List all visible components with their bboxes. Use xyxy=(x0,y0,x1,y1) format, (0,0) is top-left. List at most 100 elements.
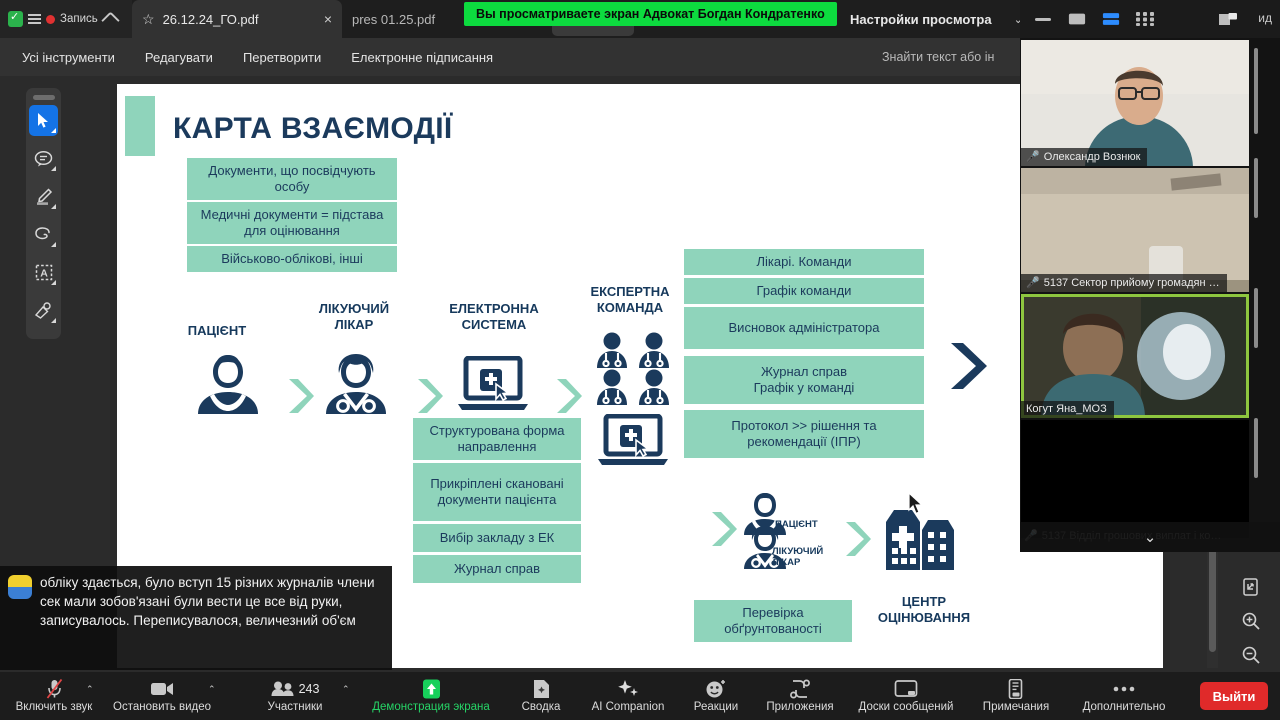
recording-label: Запись xyxy=(60,13,98,25)
reactions-icon xyxy=(705,679,727,699)
screen-share-banner: Вы просматриваете экран Адвокат Богдан К… xyxy=(464,2,837,26)
view-settings-button[interactable]: Настройки просмотра ⌄ xyxy=(836,0,1037,38)
title-accent-block xyxy=(125,96,155,156)
split-view-icon[interactable] xyxy=(1102,12,1120,26)
picture-in-picture-icon[interactable] xyxy=(1218,12,1238,27)
avatar xyxy=(8,575,32,599)
caption-expert-team: ЕКСПЕРТНА КОМАНДА xyxy=(590,284,670,315)
whiteboard-icon xyxy=(894,679,918,699)
apps-button[interactable]: Приложения xyxy=(752,672,848,720)
pdf-menu-item-esign[interactable]: Електронне підписання xyxy=(336,50,508,65)
summary-button[interactable]: Сводка xyxy=(506,672,576,720)
top-box-2: Медичні документи = підстава для оцінюва… xyxy=(187,202,397,244)
participants-icon: 243 xyxy=(271,679,319,699)
speaker-view-icon[interactable] xyxy=(1068,12,1086,26)
more-dots-icon xyxy=(1112,679,1136,699)
flow-arrow-1 xyxy=(286,376,316,416)
more-button[interactable]: Дополнительно xyxy=(1068,672,1180,720)
comment-tool-button[interactable] xyxy=(29,143,58,174)
system-box-4: Журнал справ xyxy=(413,555,581,583)
ai-sparkle-icon xyxy=(617,679,639,699)
video-options-caret[interactable]: ⌃ xyxy=(208,684,216,695)
caption-doctor: ЛІКУЮЧИЙ ЛІКАР xyxy=(318,301,390,332)
ai-companion-button-label: AI Companion xyxy=(591,701,665,713)
home-icon[interactable] xyxy=(103,12,119,26)
top-box-1: Документи, що посвідчують особу xyxy=(187,158,397,200)
live-caption-overlay[interactable]: обліку здається, було вступ 15 різних жу… xyxy=(0,566,392,670)
scrollbar-segment[interactable] xyxy=(1254,158,1258,218)
pdf-menu-item-all-tools[interactable]: Усі інструменти xyxy=(0,50,130,65)
fit-page-icon[interactable] xyxy=(1236,572,1266,602)
ai-companion-button[interactable]: AI Companion xyxy=(578,672,678,720)
video-panel-scrollbar[interactable] xyxy=(1251,38,1261,538)
star-icon[interactable]: ☆ xyxy=(142,11,155,28)
video-button-label: Остановить видео xyxy=(113,701,211,713)
zoom-in-icon[interactable] xyxy=(1236,606,1266,636)
zoom-panel-toolbar: ид xyxy=(1020,0,1280,38)
shield-check-icon[interactable] xyxy=(8,10,23,27)
mic-muted-icon: 🎤 xyxy=(1026,151,1040,163)
scrollbar-segment[interactable] xyxy=(1254,418,1258,478)
participants-button[interactable]: 243 Участники xyxy=(240,672,350,720)
stamp-tool-button[interactable] xyxy=(29,295,58,326)
notes-button-label: Примечания xyxy=(982,701,1050,713)
video-tile-2[interactable]: 🎤 5137 Сектор прийому громадян … xyxy=(1021,168,1249,292)
record-dot-icon xyxy=(46,14,55,24)
more-button-label: Дополнительно xyxy=(1082,701,1166,713)
hamburger-icon[interactable] xyxy=(28,13,41,25)
browser-tab-title: 26.12.24_ГО.pdf xyxy=(162,11,259,27)
video-tile-1-name: Олександр Вознюк xyxy=(1043,150,1141,163)
audio-options-caret[interactable]: ⌃ xyxy=(86,684,94,695)
minimize-view-icon[interactable] xyxy=(1034,12,1052,26)
summary-icon xyxy=(533,679,550,699)
caption-system: ЕЛЕКТРОННА СИСТЕМА xyxy=(449,301,539,332)
video-tile-1[interactable]: 🎤 Олександр Вознюк xyxy=(1021,40,1249,166)
flow-arrow-4 xyxy=(947,339,989,393)
video-tile-4[interactable] xyxy=(1021,420,1249,538)
top-box-3: Військово-облікові, інші xyxy=(187,246,397,272)
view-settings-label: Настройки просмотра xyxy=(850,11,992,27)
notes-button[interactable]: Примечания xyxy=(964,672,1068,720)
caption-text: обліку здається, було вступ 15 різних жу… xyxy=(40,575,375,629)
gallery-view-icon[interactable] xyxy=(1136,12,1154,26)
collapse-panel-button[interactable]: ⌄ xyxy=(1020,522,1280,552)
browser-tab-active[interactable]: ☆ 26.12.24_ГО.pdf × xyxy=(132,0,342,38)
pdf-menu-item-convert[interactable]: Перетворити xyxy=(228,50,336,65)
participants-options-caret[interactable]: ⌃ xyxy=(342,684,350,695)
pdf-search-input[interactable]: Знайти текст або ін xyxy=(882,38,1022,76)
bottom-flow-arrow-1 xyxy=(709,509,739,549)
drag-handle[interactable] xyxy=(32,95,55,100)
reactions-button[interactable]: Реакции xyxy=(680,672,752,720)
pdf-menu-item-edit[interactable]: Редагувати xyxy=(130,50,228,65)
apps-button-label: Приложения xyxy=(766,701,834,713)
draw-tool-button[interactable] xyxy=(29,219,58,250)
video-tile-3-name: Когут Яна_МОЗ xyxy=(1026,403,1107,415)
leave-meeting-button[interactable]: Выйти xyxy=(1200,682,1268,710)
highlight-tool-button[interactable] xyxy=(29,181,58,212)
whiteboard-button[interactable]: Доски сообщений xyxy=(848,672,964,720)
apps-icon xyxy=(790,679,810,699)
mute-button[interactable]: Включить звук xyxy=(8,672,100,720)
pdf-tool-rail: A xyxy=(26,88,61,339)
reactions-button-label: Реакции xyxy=(693,701,739,713)
team-box-5: Протокол >> рішення та рекомендації (ІПР… xyxy=(684,410,924,458)
system-box-2: Прикріплені скановані документи пацієнта xyxy=(413,463,581,521)
close-icon[interactable]: × xyxy=(324,11,332,27)
text-select-tool-button[interactable]: A xyxy=(29,257,58,288)
screen-root: Запись ☆ 26.12.24_ГО.pdf × pres 01.25.pd… xyxy=(0,0,1280,720)
scrollbar-segment[interactable] xyxy=(1254,288,1258,348)
share-screen-button[interactable]: Демонстрация экрана xyxy=(358,672,504,720)
scrollbar-segment[interactable] xyxy=(1254,48,1258,134)
browser-chrome-left: Запись xyxy=(0,0,132,38)
video-tile-3-nametag: Когут Яна_МОЗ xyxy=(1021,401,1114,418)
zoom-video-panel: ид 🎤 Олександр Вознюк 🎤 5137 Сектор прий… xyxy=(1020,0,1280,552)
video-button[interactable]: Остановить видео xyxy=(104,672,220,720)
pip-label: ид xyxy=(1258,11,1272,25)
team-box-1: Лікарі. Команди xyxy=(684,249,924,275)
select-tool-button[interactable] xyxy=(29,105,58,136)
video-tile-3[interactable]: Когут Яна_МОЗ xyxy=(1021,294,1249,418)
zoom-toolbar: Включить звук ⌃ Остановить видео ⌃ 243 У… xyxy=(0,672,1280,720)
bottom-caption-doctor: ЛІКУЮЧИЙ ЛІКАР xyxy=(772,546,824,569)
zoom-out-icon[interactable] xyxy=(1236,640,1266,670)
share-screen-button-label: Демонстрация экрана xyxy=(372,701,490,713)
